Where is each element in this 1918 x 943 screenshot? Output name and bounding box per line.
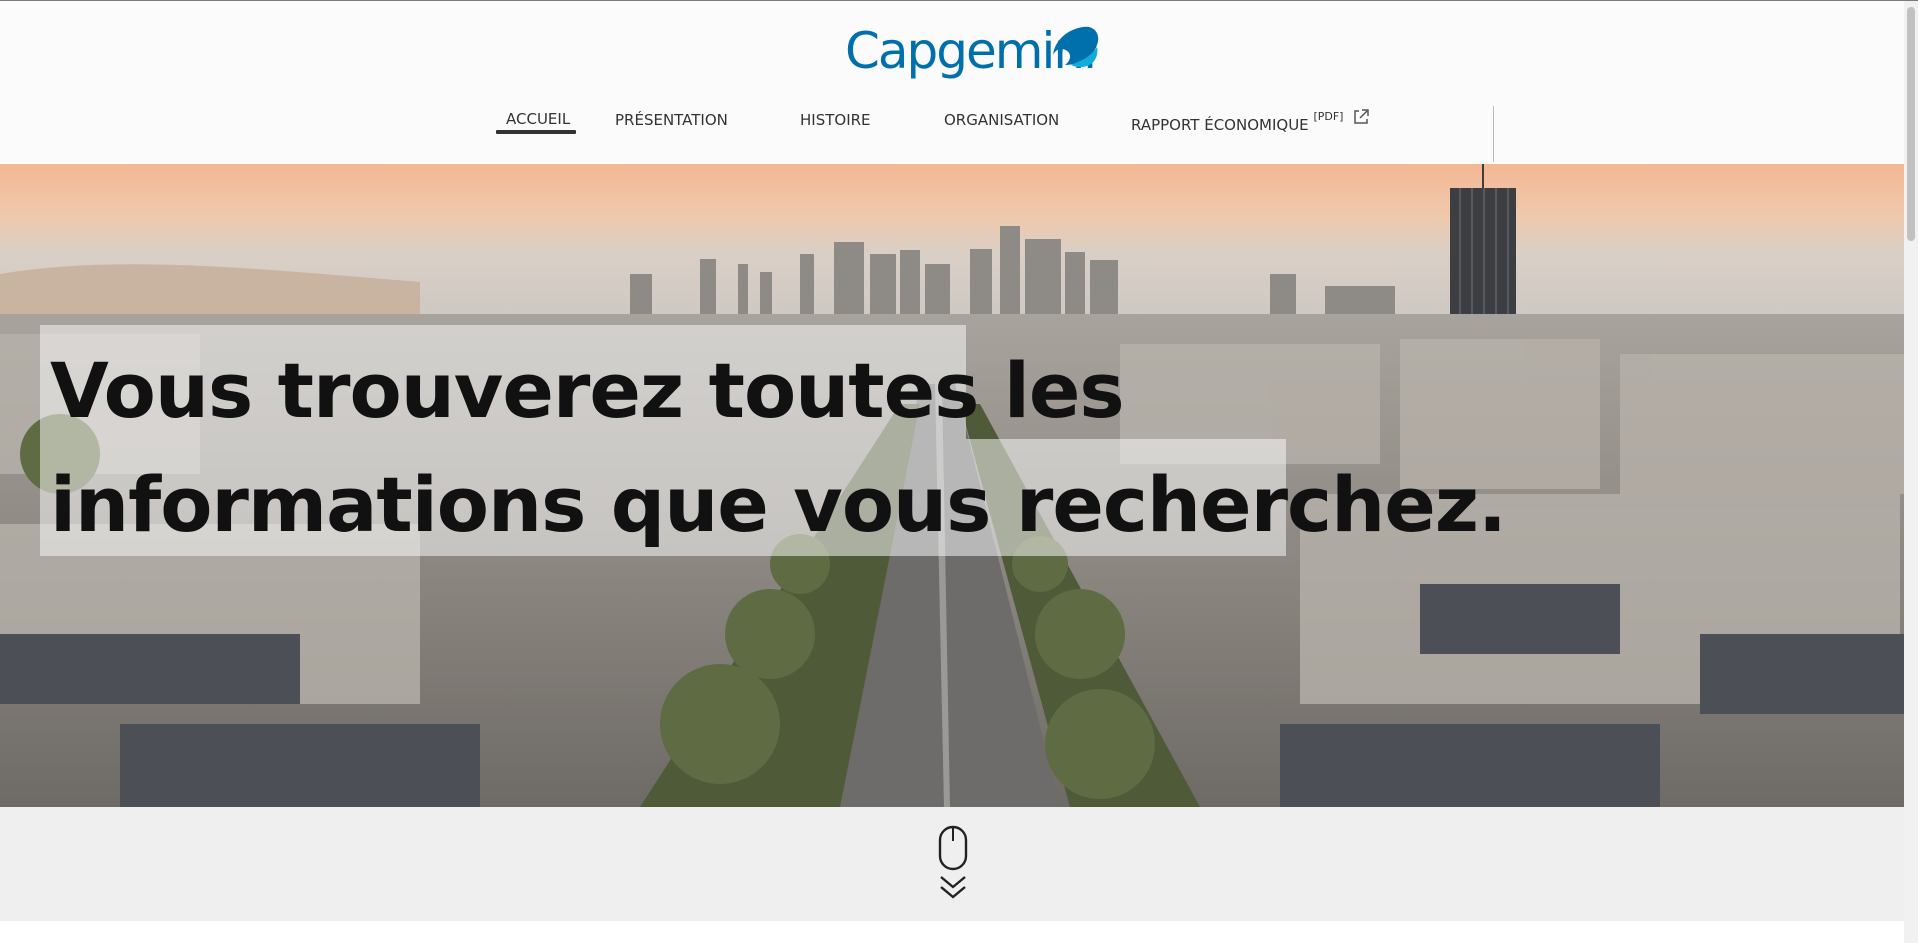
nav-item-rapport-label: RAPPORT ÉCONOMIQUE	[1131, 116, 1309, 134]
nav-item-rapport-economique[interactable]: RAPPORT ÉCONOMIQUE [PDF]	[1131, 110, 1344, 135]
scroll-down-band	[0, 807, 1904, 921]
scrollbar-thumb[interactable]	[1907, 7, 1915, 241]
nav-item-presentation[interactable]: PRÉSENTATION	[615, 110, 728, 130]
mouse-scroll-down-icon	[938, 825, 968, 899]
nav-item-accueil[interactable]: ACCUEIL	[506, 109, 570, 129]
scroll-down-button[interactable]	[929, 825, 977, 907]
main-nav: ACCUEIL PRÉSENTATION HISTOIRE ORGANISATI…	[0, 99, 1904, 149]
nav-item-histoire[interactable]: HISTOIRE	[800, 110, 871, 130]
headline-line-2: informations que vous recherchez.	[50, 460, 1507, 549]
nav-item-organisation[interactable]: ORGANISATION	[944, 110, 1059, 130]
active-tab-underline	[496, 130, 576, 134]
pdf-tag: [PDF]	[1313, 110, 1344, 123]
external-link-icon[interactable]	[1352, 108, 1370, 126]
page-scrollbar[interactable]	[1904, 1, 1918, 943]
hero-headline: Vous trouverez toutes les informations q…	[50, 334, 1507, 562]
capgemini-logo[interactable]: Capgemini	[845, 19, 1101, 87]
antenna-line-decoration	[1493, 106, 1494, 162]
spade-logo-icon	[1053, 26, 1099, 67]
hero-banner: Vous trouverez toutes les informations q…	[0, 164, 1904, 807]
headline-line-1: Vous trouverez toutes les	[50, 346, 1125, 435]
site-header: Capgemini ACCUEIL PRÉSENTATION HISTOIRE …	[0, 1, 1904, 163]
